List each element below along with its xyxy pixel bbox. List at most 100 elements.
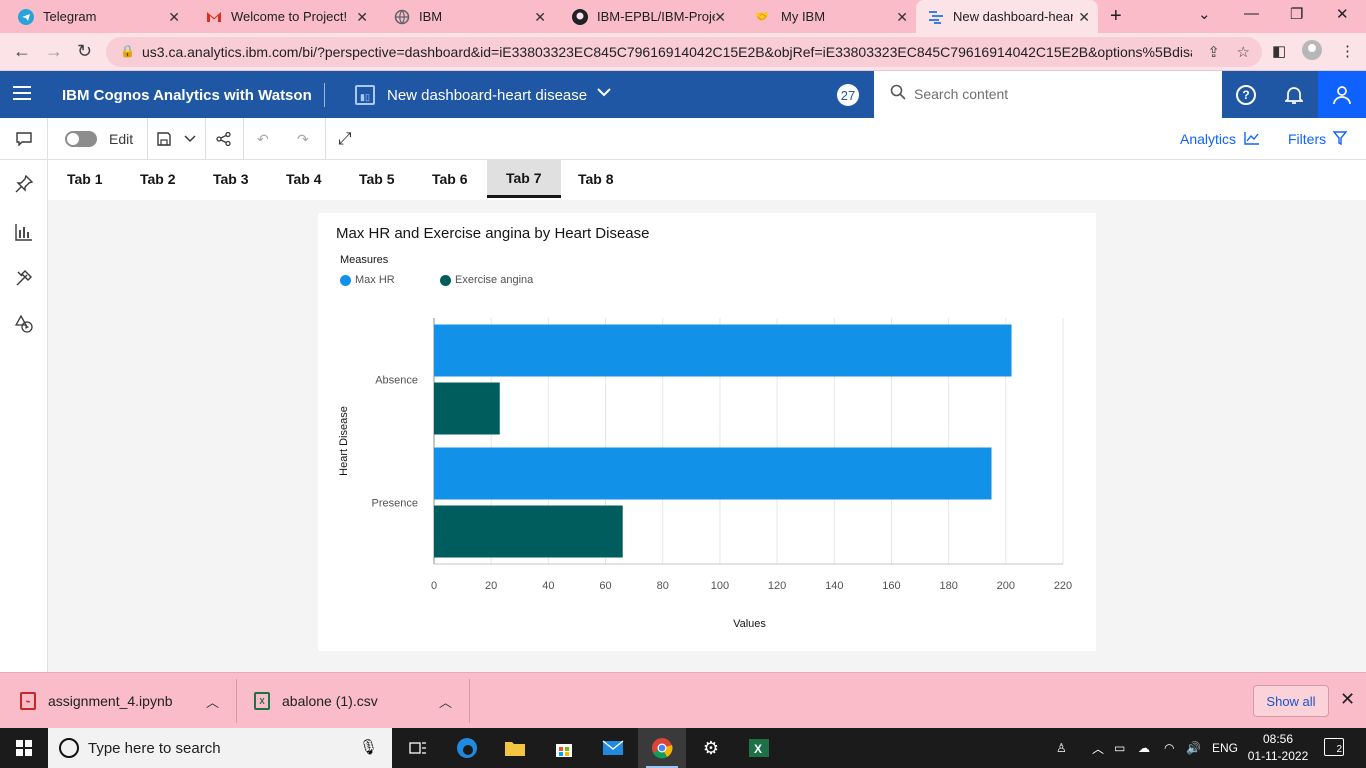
language-indicator[interactable]: ENG <box>1212 728 1238 768</box>
forward-arrow-icon[interactable]: → <box>45 41 63 62</box>
search-input[interactable] <box>914 81 1204 107</box>
battery-icon[interactable]: ▭ <box>1114 728 1125 768</box>
tab-4[interactable]: Tab 4 <box>267 160 341 198</box>
tab-3[interactable]: Tab 3 <box>194 160 268 198</box>
edit-toggle[interactable]: Edit <box>65 118 133 160</box>
shapes-media-icon[interactable] <box>12 312 36 336</box>
tab-8[interactable]: Tab 8 <box>559 160 633 198</box>
save-icon[interactable] <box>157 118 171 160</box>
close-tab-icon[interactable]: ✕ <box>356 9 368 26</box>
tab-1[interactable]: Tab 1 <box>48 160 122 198</box>
help-icon[interactable]: ? <box>1222 71 1270 118</box>
filters-button[interactable]: Filters <box>1288 118 1348 160</box>
dashboard-tab-bar: Tab 1 Tab 2 Tab 3 Tab 4 Tab 5 Tab 6 Tab … <box>48 160 1366 200</box>
excel-icon[interactable]: X <box>735 728 783 768</box>
close-downloads-icon[interactable]: ✕ <box>1340 689 1355 710</box>
download-item-notebook[interactable]: ⌁ assignment_4.ipynb <box>20 673 173 729</box>
store-icon[interactable] <box>540 728 588 768</box>
notification-count-badge[interactable]: 27 <box>837 84 859 106</box>
edge-icon[interactable] <box>443 728 491 768</box>
chevron-up-icon[interactable]: ︿ <box>206 692 219 711</box>
notification-center-icon[interactable]: 2 <box>1324 738 1344 756</box>
url-bar[interactable]: 🔒 us3.ca.analytics.ibm.com/bi/?perspecti… <box>106 37 1262 67</box>
redo-icon[interactable]: ↷ <box>297 118 309 160</box>
share-icon[interactable] <box>216 118 232 160</box>
bell-icon[interactable] <box>1270 71 1318 118</box>
bar-absence-exercise-angina[interactable] <box>434 382 500 435</box>
tab-7[interactable]: Tab 7 <box>487 160 561 198</box>
close-tab-icon[interactable]: ✕ <box>1078 9 1090 26</box>
volume-icon[interactable]: 🔊 <box>1186 728 1201 768</box>
taskbar-search-input[interactable] <box>88 736 358 760</box>
minimize-icon[interactable]: — <box>1244 5 1259 22</box>
tab-2[interactable]: Tab 2 <box>121 160 195 198</box>
app-header: IBM Cognos Analytics with Watson ▮▯ New … <box>0 71 1366 118</box>
fullscreen-icon[interactable]: ⤢ <box>338 118 352 160</box>
profile-avatar[interactable] <box>1302 40 1322 64</box>
file-explorer-icon[interactable] <box>491 728 539 768</box>
toggle-switch[interactable] <box>65 131 97 147</box>
browser-tab-ibm[interactable]: IBM ✕ <box>376 0 554 33</box>
comment-icon[interactable] <box>16 118 32 160</box>
browser-tab-gmail[interactable]: Welcome to Project! D ✕ <box>188 0 376 33</box>
hamburger-menu-icon[interactable] <box>13 86 31 100</box>
clock[interactable]: 08:56 01-11-2022 <box>1240 731 1316 765</box>
x-axis-title: Values <box>733 618 766 630</box>
undo-icon[interactable]: ↶ <box>257 118 269 160</box>
chevron-up-icon[interactable]: ︿ <box>439 692 452 711</box>
chrome-menu-icon[interactable]: ⋮ <box>1340 42 1355 60</box>
reload-icon[interactable]: ↻ <box>77 41 92 62</box>
microphone-icon[interactable]: 🎙 <box>359 738 378 756</box>
visualizations-icon[interactable] <box>12 220 36 244</box>
analytics-button[interactable]: Analytics <box>1180 118 1260 160</box>
settings-gear-icon[interactable]: ⚙ <box>687 728 735 768</box>
share-icon[interactable]: ⇪ <box>1207 43 1220 61</box>
new-tab-icon[interactable]: + <box>1110 5 1122 28</box>
windows-start-icon[interactable] <box>16 740 32 756</box>
side-panel-icon[interactable]: ◧ <box>1272 42 1286 60</box>
download-item-csv[interactable]: X abalone (1).csv <box>254 673 378 729</box>
tab-search-chevron-icon[interactable]: ⌄ <box>1198 5 1211 23</box>
tab-5[interactable]: Tab 5 <box>340 160 414 198</box>
address-toolbar: ← → ↻ 🔒 us3.ca.analytics.ibm.com/bi/?per… <box>0 33 1366 71</box>
tools-icon[interactable] <box>12 266 36 290</box>
pin-icon[interactable] <box>12 172 36 196</box>
close-tab-icon[interactable]: ✕ <box>714 9 726 26</box>
back-arrow-icon[interactable]: ← <box>13 41 31 62</box>
bookmark-star-icon[interactable]: ☆ <box>1237 43 1250 61</box>
search-box[interactable] <box>874 71 1222 118</box>
pdf-file-icon: ⌁ <box>20 692 36 710</box>
onedrive-cloud-icon[interactable]: ☁ <box>1138 728 1150 768</box>
chevron-down-icon[interactable] <box>597 84 611 102</box>
chevron-down-icon[interactable] <box>184 118 196 160</box>
show-all-button[interactable]: Show all <box>1253 685 1329 717</box>
chrome-icon[interactable] <box>638 728 686 768</box>
people-icon[interactable]: ♙ <box>1056 728 1067 768</box>
svg-text:X: X <box>754 742 762 756</box>
x-tick-label: 160 <box>882 580 900 592</box>
cognos-icon <box>928 9 944 25</box>
bar-presence-max-hr[interactable] <box>434 447 992 500</box>
restore-icon[interactable]: ❐ <box>1290 5 1303 23</box>
browser-tab-dashboard[interactable]: New dashboard-heart ✕ <box>916 0 1098 33</box>
dashboard-title[interactable]: New dashboard-heart disease <box>387 87 587 104</box>
taskbar-search[interactable]: 🎙 <box>48 728 392 768</box>
downloads-bar: ⌁ assignment_4.ipynb ︿ X abalone (1).csv… <box>0 672 1366 728</box>
browser-tab-github[interactable]: IBM-EPBL/IBM-Project ✕ <box>554 0 734 33</box>
mail-icon[interactable] <box>589 728 637 768</box>
chart-widget[interactable]: Max HR and Exercise angina by Heart Dise… <box>318 213 1096 651</box>
wifi-icon[interactable]: ◠ <box>1164 728 1174 768</box>
close-window-icon[interactable]: ✕ <box>1336 5 1349 23</box>
browser-tab-telegram[interactable]: Telegram ✕ <box>0 0 188 33</box>
task-view-icon[interactable] <box>394 728 442 768</box>
close-tab-icon[interactable]: ✕ <box>168 9 180 26</box>
bar-presence-exercise-angina[interactable] <box>434 505 623 558</box>
browser-tab-my-ibm[interactable]: 🤝 My IBM ✕ <box>734 0 916 33</box>
bar-absence-max-hr[interactable] <box>434 324 1012 377</box>
tab-6[interactable]: Tab 6 <box>413 160 487 198</box>
user-profile-icon[interactable] <box>1318 71 1366 118</box>
close-tab-icon[interactable]: ✕ <box>534 9 546 26</box>
close-tab-icon[interactable]: ✕ <box>896 9 908 26</box>
hidden-icons-chevron-icon[interactable]: ︿ <box>1092 728 1104 768</box>
y-category-label: Presence <box>372 498 418 510</box>
